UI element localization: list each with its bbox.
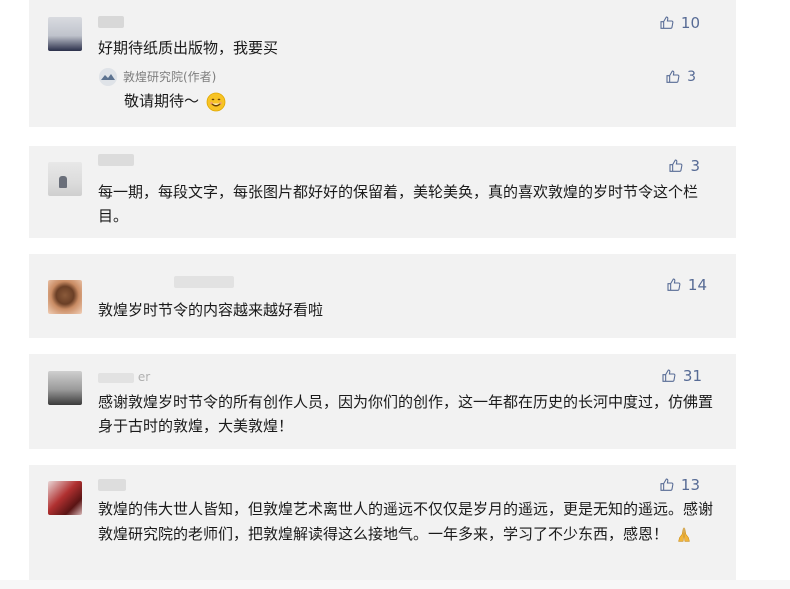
comment-text: 敦煌岁时节令的内容越来越好看啦 (98, 301, 324, 319)
comment-card: 每一期，每段文字，每张图片都好好的保留着，美轮美奂，真的喜欢敦煌的岁时节令这个栏… (29, 146, 736, 238)
comment-content: 敦煌的伟大世人皆知，但敦煌艺术离世人的遥远不仅仅是岁月的遥远，更是无知的遥远。感… (98, 500, 714, 543)
like-button[interactable]: 3 (668, 157, 700, 175)
thumbs-up-icon (660, 478, 674, 491)
thumbs-up-icon (662, 369, 676, 382)
comment-card: 敦煌岁时节令的内容越来越好看啦 14 (29, 254, 736, 338)
nickname-obscured (98, 154, 134, 166)
like-button[interactable]: 31 (661, 367, 702, 385)
thumbs-up-icon (660, 16, 674, 29)
nickname-obscured (98, 479, 126, 491)
like-count: 3 (687, 69, 696, 85)
reply-content: 敬请期待～ (124, 92, 200, 110)
like-button[interactable]: 3 (665, 68, 696, 86)
reply-text: 敬请期待～ (124, 90, 226, 112)
avatar[interactable] (48, 280, 82, 314)
comment-text: 好期待纸质出版物，我要买 (98, 39, 279, 57)
author-name: 敦煌研究院(作者) (123, 70, 217, 84)
like-button[interactable]: 14 (666, 276, 707, 294)
nickname-text: er (137, 370, 151, 384)
like-count: 10 (680, 14, 700, 32)
like-count: 31 (682, 367, 702, 385)
comment-text: 感谢敦煌岁时节令的所有创作人员，因为你们的创作，这一年都在历史的长河中度过，仿佛… (98, 393, 714, 435)
comment-text: 敦煌的伟大世人皆知，但敦煌艺术离世人的遥远不仅仅是岁月的遥远，更是无知的遥远。感… (98, 497, 718, 547)
smiling-face-emoji (206, 92, 226, 111)
comment-text: 每一期，每段文字，每张图片都好好的保留着，美轮美奂，真的喜欢敦煌的岁时节令这个栏… (98, 183, 699, 225)
page-bottom-band (0, 580, 790, 589)
nickname: er (98, 370, 150, 384)
thumbs-up-icon (666, 70, 680, 83)
nickname-obscured (98, 16, 124, 28)
nickname-obscured (174, 276, 234, 288)
comment-card: 好期待纸质出版物，我要买 10 敦煌研究院(作者) 3 敬请期待～ (29, 0, 736, 127)
comment-card: er 感谢敦煌岁时节令的所有创作人员，因为你们的创作，这一年都在历史的长河中度过… (29, 354, 736, 449)
thumbs-up-icon (667, 278, 681, 291)
like-button[interactable]: 13 (659, 476, 700, 494)
institute-logo-icon (99, 68, 117, 86)
comment-card: 敦煌的伟大世人皆知，但敦煌艺术离世人的遥远不仅仅是岁月的遥远，更是无知的遥远。感… (29, 465, 736, 580)
like-count: 13 (680, 476, 700, 494)
avatar[interactable] (48, 481, 82, 515)
folded-hands-emoji (678, 527, 690, 542)
avatar[interactable] (48, 162, 82, 196)
like-count: 14 (687, 276, 707, 294)
author-avatar[interactable] (99, 68, 117, 86)
avatar[interactable] (48, 371, 82, 405)
thumbs-up-icon (669, 159, 683, 172)
like-count: 3 (690, 157, 700, 175)
like-button[interactable]: 10 (659, 14, 700, 32)
avatar[interactable] (48, 17, 82, 51)
author-reply-header: 敦煌研究院(作者) (99, 68, 216, 86)
